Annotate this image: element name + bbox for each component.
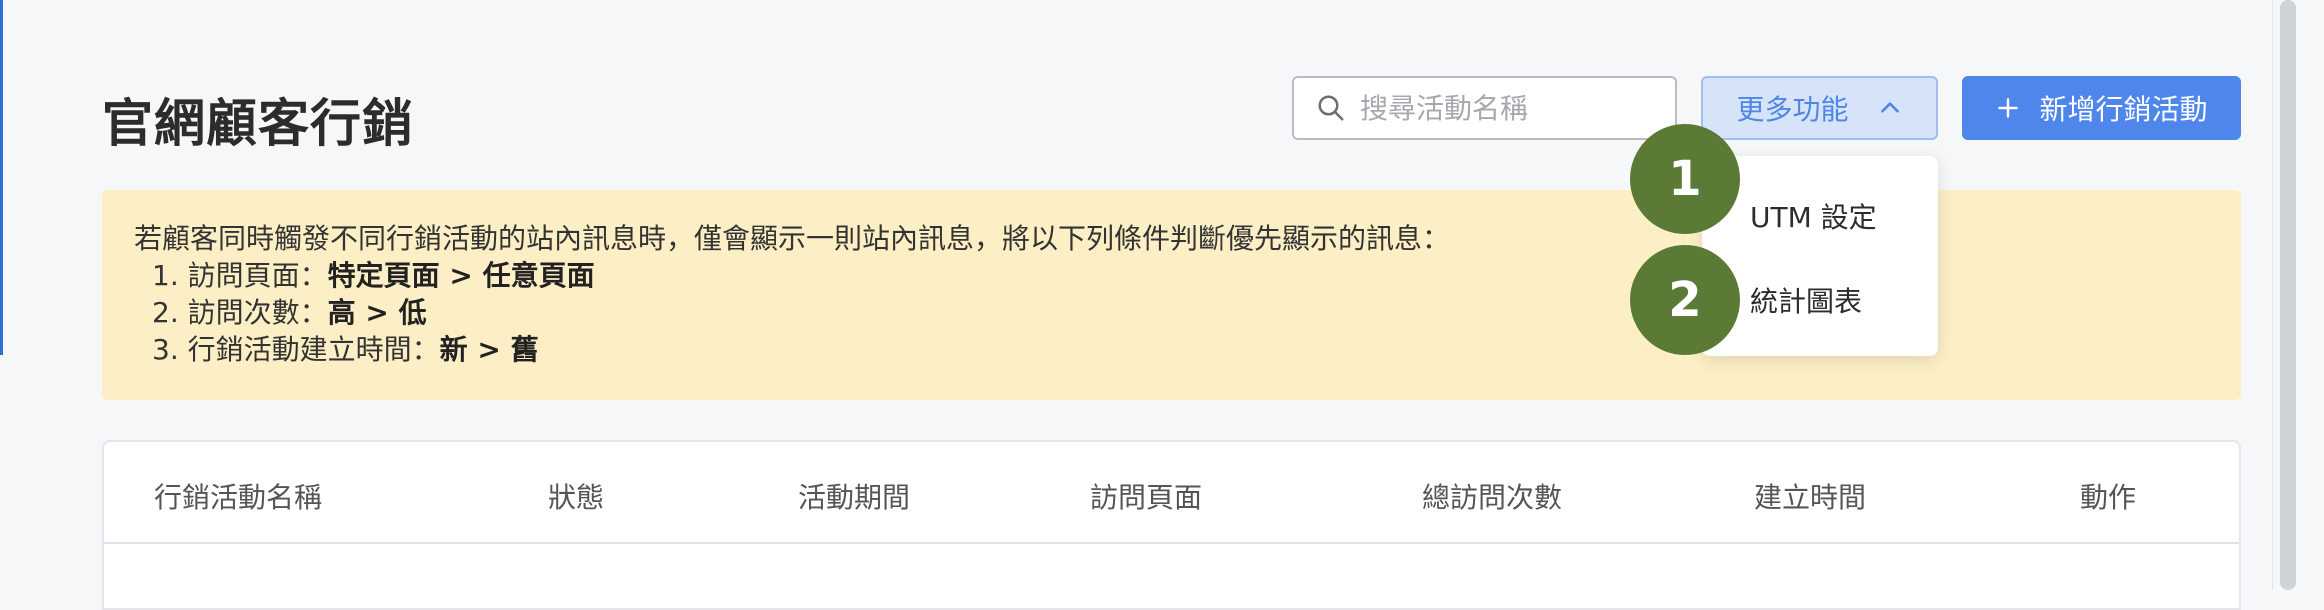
window-left-edge <box>0 0 3 355</box>
menu-item-utm-settings[interactable]: UTM 設定 <box>1750 196 1877 236</box>
menu-item-statistics-chart[interactable]: 統計圖表 <box>1750 280 1862 320</box>
scrollbar-thumb[interactable] <box>2280 0 2296 590</box>
table-header: 行銷活動名稱 狀態 活動期間 訪問頁面 總訪問次數 建立時間 動作 <box>104 442 2239 544</box>
column-header-total-visits: 總訪問次數 <box>1422 481 1563 514</box>
notice-item-prefix: 3. 行銷活動建立時間： <box>152 333 440 366</box>
step-badge-1: 1 <box>1630 124 1740 234</box>
notice-item-prefix: 1. 訪問頁面： <box>152 259 328 292</box>
campaign-table: 行銷活動名稱 狀態 活動期間 訪問頁面 總訪問次數 建立時間 動作 <box>102 440 2241 610</box>
column-header-visit-page: 訪問頁面 <box>1090 481 1203 514</box>
page-title: 官網顧客行銷 <box>102 95 415 154</box>
more-features-label: 更多功能 <box>1736 93 1849 126</box>
step-badge-2: 2 <box>1630 245 1740 355</box>
column-header-created-time: 建立時間 <box>1754 481 1867 514</box>
notice-item-rule: 新 > 舊 <box>439 333 539 366</box>
more-features-button[interactable]: 更多功能 <box>1701 76 1938 140</box>
add-campaign-button[interactable]: 新增行銷活動 <box>1962 76 2241 140</box>
notice-item-rule: 特定頁面 > 任意頁面 <box>327 259 595 292</box>
search-box[interactable] <box>1292 76 1677 140</box>
search-icon <box>1318 95 1344 121</box>
column-header-status: 狀態 <box>548 481 605 514</box>
notice-item-prefix: 2. 訪問次數： <box>152 296 328 329</box>
plus-icon <box>1998 98 2019 118</box>
add-campaign-label: 新增行銷活動 <box>2039 93 2208 126</box>
notice-item-rule: 高 > 低 <box>327 296 427 329</box>
search-input[interactable] <box>1360 91 1660 125</box>
column-header-campaign-name: 行銷活動名稱 <box>154 481 323 514</box>
column-header-period: 活動期間 <box>798 481 911 514</box>
chevron-up-icon <box>1880 102 1899 113</box>
column-header-actions: 動作 <box>2080 481 2137 514</box>
